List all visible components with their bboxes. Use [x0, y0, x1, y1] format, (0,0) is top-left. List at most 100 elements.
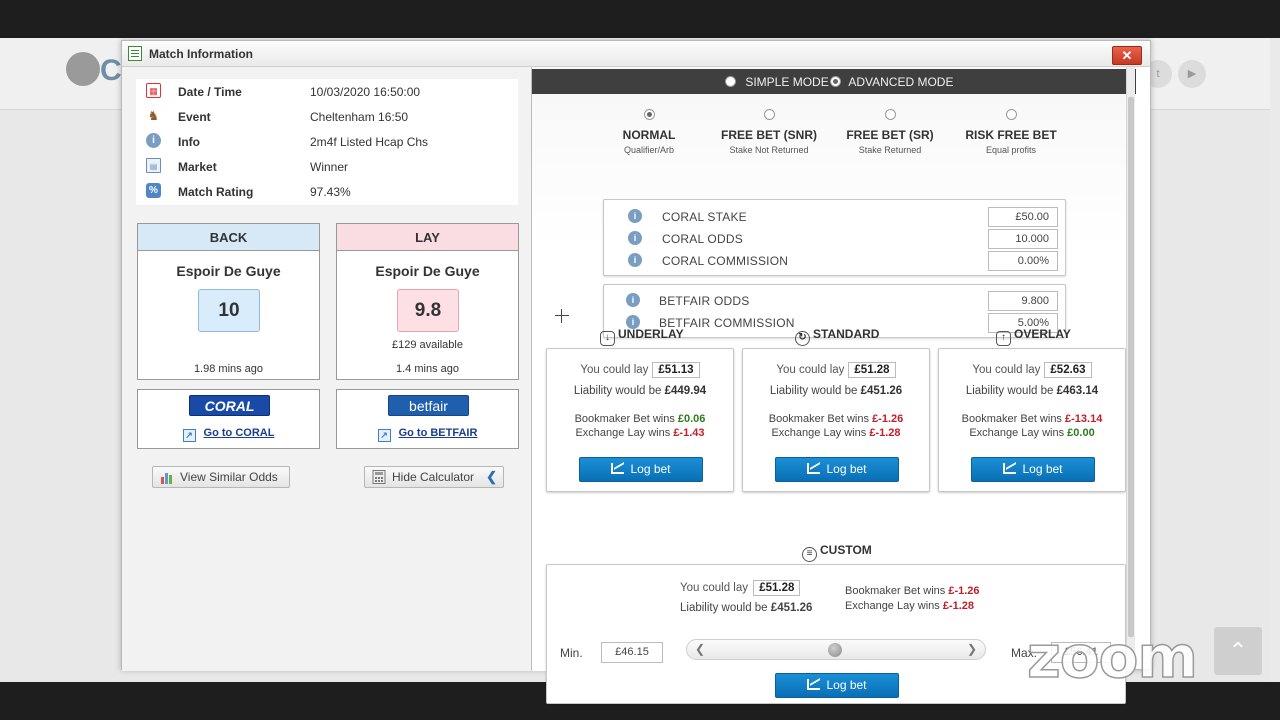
arrow-up-icon: ↑	[996, 331, 1011, 346]
log-bet-label: Log bet	[826, 462, 867, 476]
overlay-card: You could lay £52.63 Liability would be £…	[938, 348, 1126, 492]
simple-mode-radio[interactable]	[725, 76, 736, 87]
min-input[interactable]: £46.15	[601, 642, 663, 663]
view-similar-odds-button[interactable]: View Similar Odds	[152, 466, 290, 488]
info-value: Cheltenham 16:50	[310, 110, 409, 124]
liability-line: Liability would be £449.94	[547, 385, 733, 397]
bet-type-subtitle: Equal profits	[985, 145, 1037, 155]
match-info-table: ▦ Date / Time 10/03/2020 16:50:00 ♞ Even…	[136, 79, 518, 205]
underlay-card: You could lay £51.13 Liability would be £…	[546, 348, 734, 492]
bet-type-radio[interactable]	[643, 109, 655, 120]
custom-heading: ≡ CUSTOM	[802, 543, 872, 562]
bet-type-radio[interactable]	[1005, 109, 1017, 120]
log-bet-button[interactable]: Log bet	[971, 457, 1095, 482]
liability-label: Liability would be	[573, 385, 662, 397]
bookmaker-wins-value: £-1.26	[872, 413, 904, 425]
betfair-link-card: betfair ↗ Go to BETFAIR	[336, 389, 519, 449]
lay-runner-name: Espoir De Guye	[375, 263, 480, 279]
info-icon[interactable]: i	[628, 209, 642, 223]
log-bet-button[interactable]: Log bet	[775, 457, 899, 482]
overlay-title: OVERLAY	[1014, 327, 1071, 341]
could-lay-line: You could lay £52.63	[939, 362, 1125, 378]
bookmaker-wins-label: Bookmaker Bet wins	[768, 413, 869, 425]
overlay-heading: ↑ OVERLAY	[996, 327, 1071, 346]
chart-line-icon	[807, 463, 821, 474]
coral-odds-row: i CORAL ODDS 10.000	[604, 227, 1065, 249]
page-scrollbar[interactable]	[1270, 38, 1280, 682]
slider-right-arrow-icon[interactable]: ❯	[967, 642, 977, 656]
external-link-icon: ↗	[182, 429, 196, 442]
bet-type-risk-free[interactable]: RISK FREE BET Equal profits	[941, 109, 1081, 155]
coral-link-card: CORAL ↗ Go to CORAL	[137, 389, 320, 449]
bet-type-free-bet-snr[interactable]: FREE BET (SNR) Stake Not Returned	[699, 109, 839, 155]
advanced-mode-radio[interactable]	[830, 76, 841, 87]
bet-type-radio[interactable]	[884, 109, 896, 120]
go-to-coral-label[interactable]: Go to CORAL	[204, 427, 275, 439]
mode-toggle-bar: SIMPLE MODE ADVANCED MODE	[532, 69, 1136, 94]
log-bet-label: Log bet	[826, 678, 867, 692]
info-icon[interactable]: i	[628, 231, 642, 245]
info-value: 2m4f Listed Hcap Chs	[310, 135, 429, 149]
coral-odds-input[interactable]: 10.000	[988, 229, 1058, 249]
coral-stake-label: CORAL STAKE	[662, 210, 747, 224]
exchange-wins-value: £-1.28	[942, 600, 975, 612]
lay-amount-slider[interactable]: ❮ ❯	[686, 639, 986, 660]
coral-odds-label: CORAL ODDS	[662, 232, 743, 246]
standard-card: You could lay £51.28 Liability would be £…	[742, 348, 930, 492]
info-icon[interactable]: i	[626, 293, 640, 307]
coral-logo[interactable]: CORAL	[189, 395, 270, 416]
betfair-odds-input[interactable]: 9.800	[988, 291, 1058, 311]
simple-mode-option[interactable]: SIMPLE MODE	[725, 75, 829, 89]
calculator-scrollbar[interactable]	[1126, 67, 1135, 671]
lay-amount: £52.63	[1044, 362, 1092, 378]
mouse-cursor	[555, 309, 569, 323]
bet-type-normal[interactable]: NORMAL Qualifier/Arb	[579, 109, 719, 155]
scrollbar-thumb[interactable]	[1128, 97, 1134, 637]
could-lay-label: You could lay	[680, 582, 748, 594]
log-bet-button[interactable]: Log bet	[579, 457, 703, 482]
liability-label: Liability would be	[769, 385, 858, 397]
lay-amount: £51.13	[652, 362, 700, 378]
document-icon	[128, 46, 142, 61]
go-to-betfair-label[interactable]: Go to BETFAIR	[399, 427, 478, 439]
info-value: Winner	[310, 160, 349, 174]
bet-type-radio[interactable]	[763, 109, 775, 120]
calculator-panel: SIMPLE MODE ADVANCED MODE NORMAL Qualifi…	[531, 67, 1136, 704]
info-icon: i	[146, 133, 161, 148]
outcomes: Bookmaker Bet wins £-1.26 Exchange Lay w…	[743, 412, 929, 440]
info-row-rating: % Match Rating 97.43%	[136, 179, 518, 204]
liability-value: £451.26	[860, 385, 903, 397]
coral-stake-input[interactable]: £50.00	[988, 207, 1058, 227]
underlay-title: UNDERLAY	[618, 327, 684, 341]
site-logo-icon	[66, 52, 100, 86]
go-to-coral-link[interactable]: ↗ Go to CORAL	[138, 427, 319, 442]
info-icon[interactable]: i	[628, 253, 642, 267]
hide-calculator-button[interactable]: Hide Calculator ❮	[364, 466, 504, 488]
zoom-watermark: zoom	[1026, 622, 1198, 692]
liability-value: £463.14	[1056, 385, 1099, 397]
bet-type-free-bet-sr[interactable]: FREE BET (SR) Stake Returned	[820, 109, 960, 155]
info-row-market: ▤ Market Winner	[136, 154, 518, 179]
exchange-wins-label: Exchange Lay wins	[845, 600, 940, 612]
scroll-to-top-button[interactable]: ⌃	[1214, 627, 1262, 675]
betfair-logo[interactable]: betfair	[388, 395, 469, 416]
back-header: BACK	[138, 224, 319, 251]
bet-type-title: FREE BET (SNR)	[721, 128, 817, 142]
close-button[interactable]: ✕	[1112, 46, 1142, 65]
liability-line: Liability would be £463.14	[939, 385, 1125, 397]
lay-amount: £51.28	[848, 362, 896, 378]
bet-type-title: RISK FREE BET	[965, 128, 1057, 142]
log-bet-button[interactable]: Log bet	[775, 673, 899, 698]
coral-settings-box: i CORAL STAKE £50.00 i CORAL ODDS 10.000…	[603, 199, 1066, 276]
coral-commission-input[interactable]: 0.00%	[988, 251, 1058, 271]
view-similar-odds-label: View Similar Odds	[180, 470, 278, 484]
youtube-icon[interactable]: ▶	[1178, 60, 1206, 88]
slider-knob[interactable]	[828, 643, 842, 657]
coral-commission-label: CORAL COMMISSION	[662, 254, 789, 268]
percent-icon: %	[146, 183, 161, 198]
slider-left-arrow-icon[interactable]: ❮	[695, 642, 705, 656]
outcomes: Bookmaker Bet wins £0.06 Exchange Lay wi…	[547, 412, 733, 440]
advanced-mode-option[interactable]: ADVANCED MODE	[830, 75, 953, 89]
exchange-wins-label: Exchange Lay wins	[771, 427, 867, 439]
go-to-betfair-link[interactable]: ↗ Go to BETFAIR	[337, 427, 518, 442]
